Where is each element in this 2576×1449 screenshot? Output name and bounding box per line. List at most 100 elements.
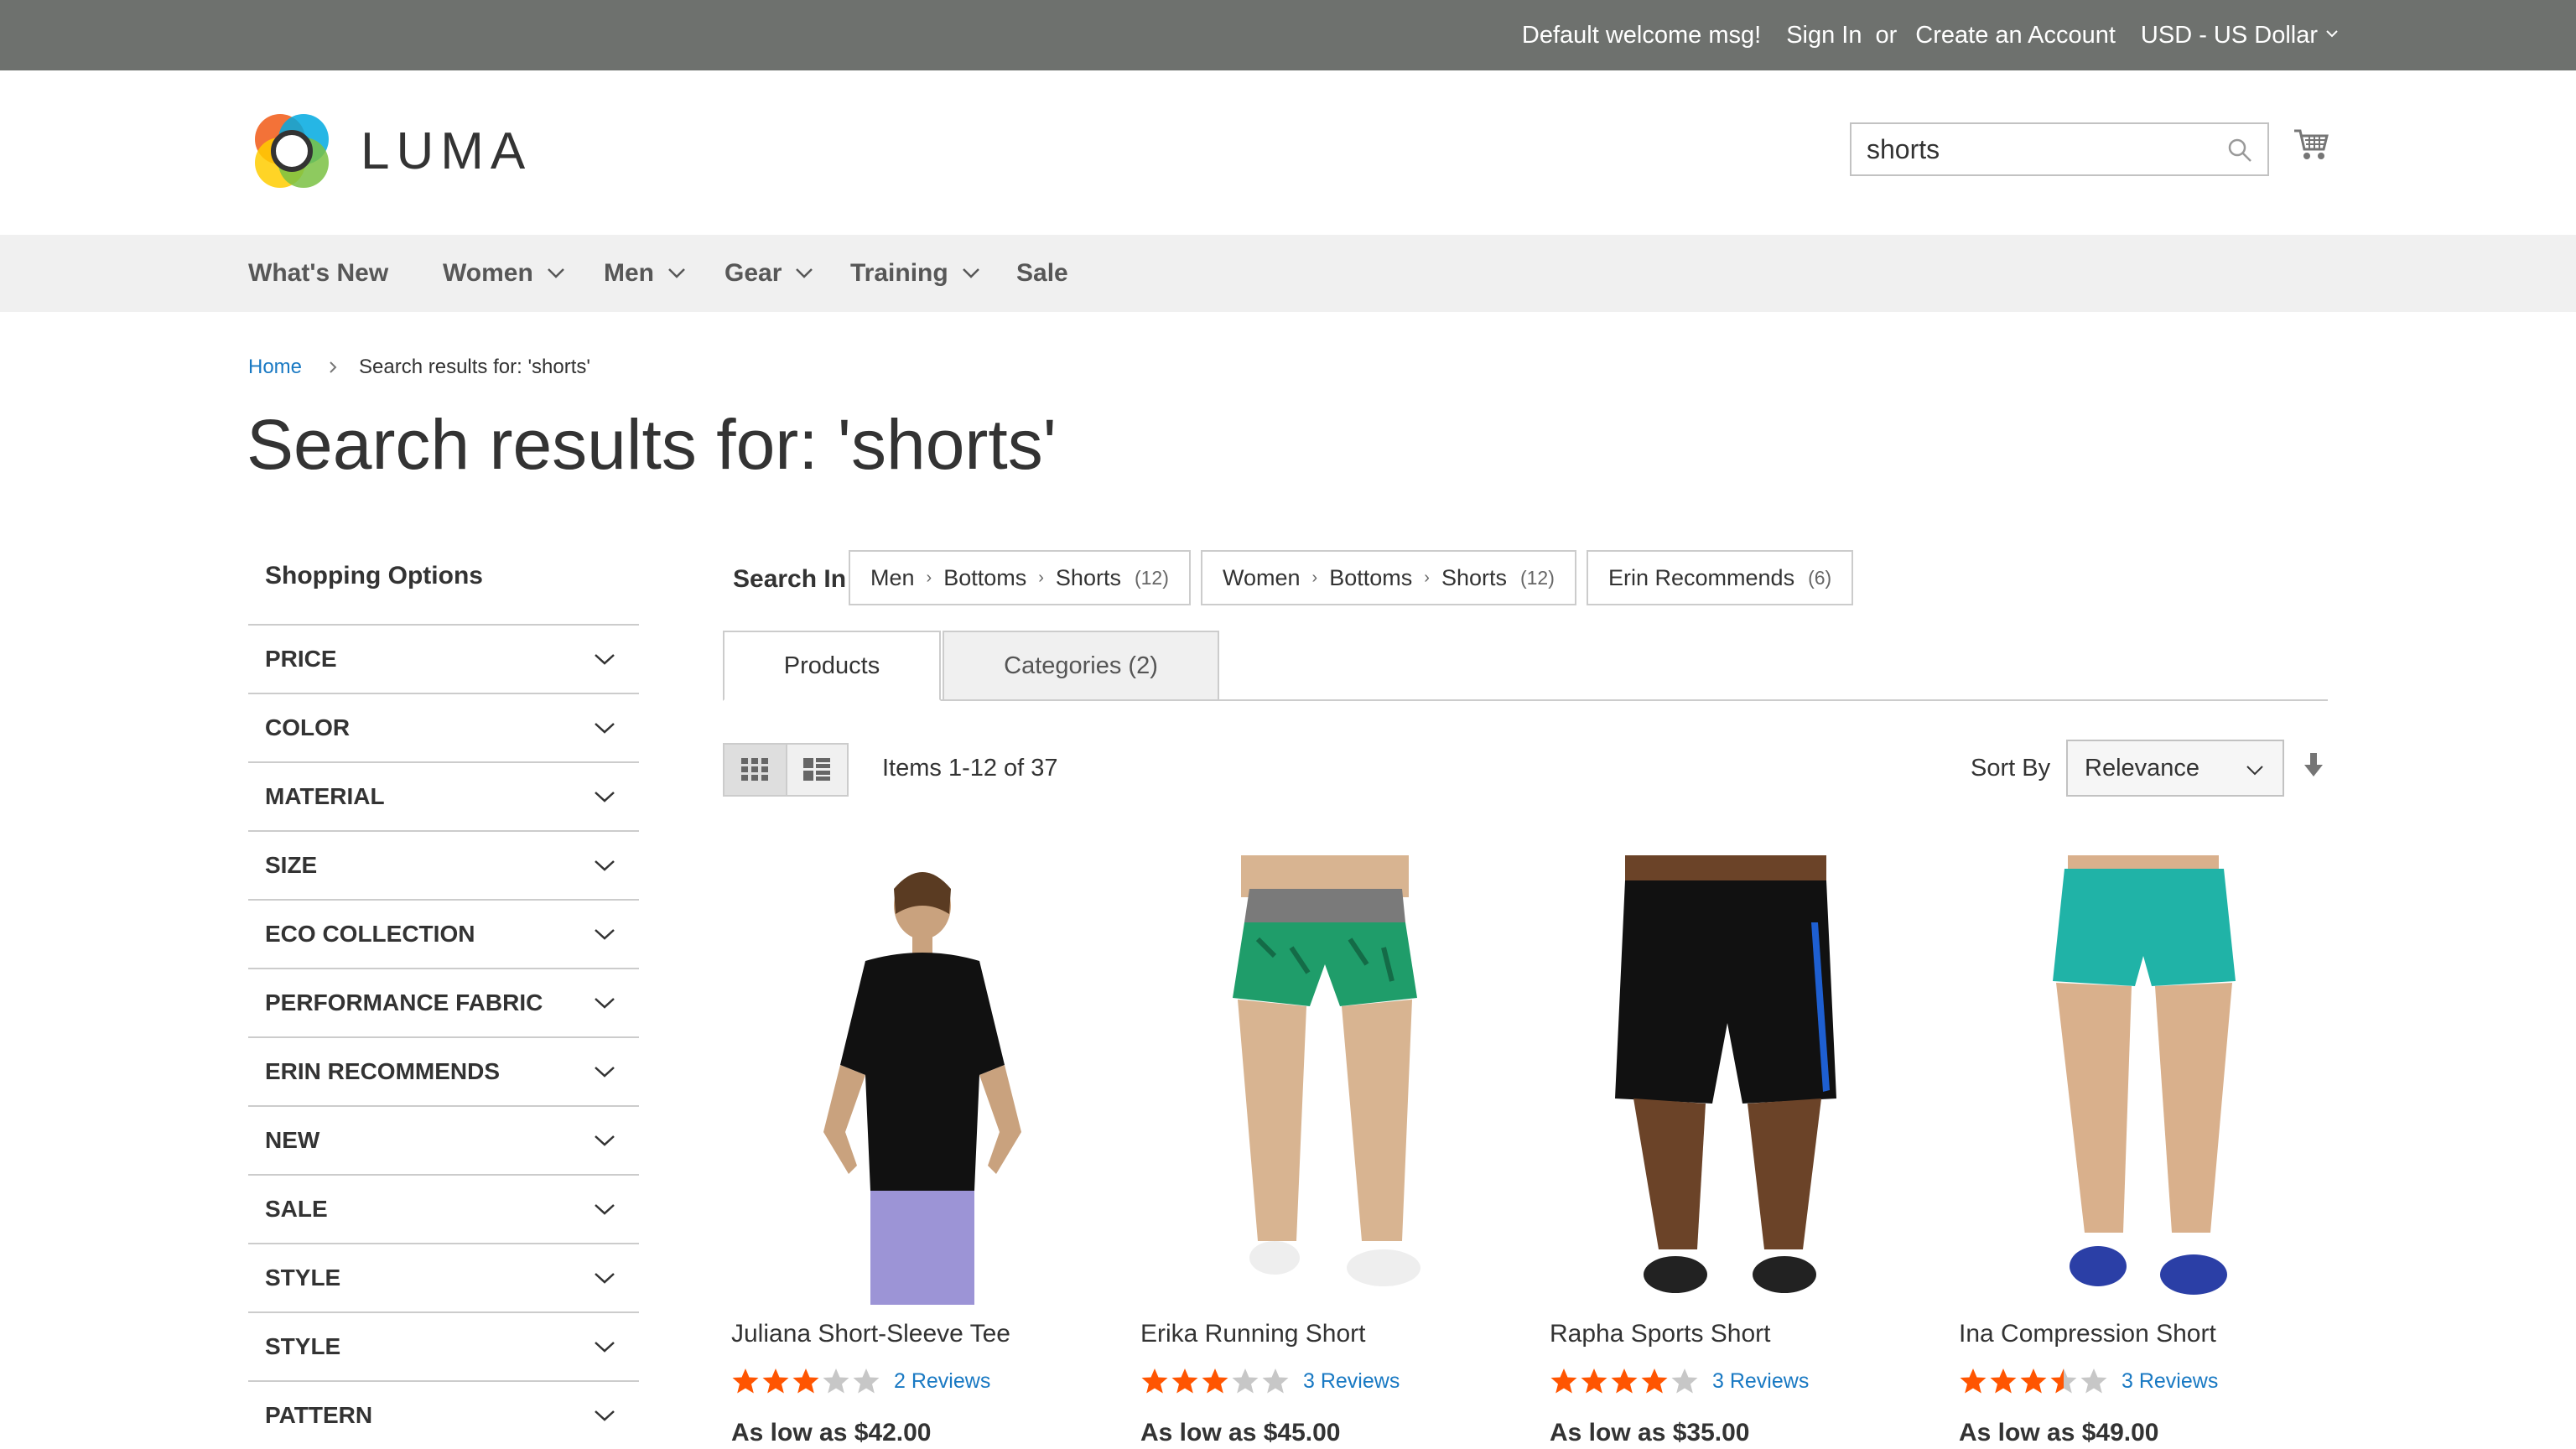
sort-select[interactable]: Relevance	[2066, 740, 2284, 797]
filter-style[interactable]: STYLE	[248, 1243, 639, 1311]
product-card[interactable]: Erika Running Short 3 Reviews As low as …	[1132, 855, 1501, 1446]
breadcrumb-home-link[interactable]: Home	[248, 356, 302, 379]
filter-new[interactable]: NEW	[248, 1105, 639, 1174]
chevron-down-icon	[2326, 30, 2338, 38]
chevron-down-icon	[595, 654, 615, 665]
filter-sale[interactable]: SALE	[248, 1174, 639, 1243]
currency-switcher[interactable]: USD - US Dollar	[2141, 22, 2340, 49]
list-view-button[interactable]	[785, 745, 847, 795]
chevron-right-icon: ›	[1038, 568, 1044, 587]
filter-eco-collection[interactable]: ECO COLLECTION	[248, 899, 639, 968]
create-account-link[interactable]: Create an Account	[1915, 22, 2116, 49]
star-icon	[762, 1368, 789, 1394]
or-text: or	[1875, 21, 1898, 49]
chip-part: Women	[1223, 564, 1301, 590]
product-rating: 3 Reviews	[1959, 1367, 2218, 1395]
chevron-down-icon	[668, 268, 685, 278]
product-image[interactable]	[1132, 855, 1501, 1305]
product-name-link[interactable]: Erika Running Short	[1140, 1320, 1365, 1348]
filter-style-2[interactable]: STYLE	[248, 1311, 639, 1380]
filter-performance-fabric[interactable]: PERFORMANCE FABRIC	[248, 968, 639, 1036]
filter-material[interactable]: MATERIAL	[248, 761, 639, 830]
product-name-link[interactable]: Ina Compression Short	[1959, 1320, 2216, 1348]
reviews-link[interactable]: 3 Reviews	[1303, 1369, 1400, 1394]
star-icon	[1671, 1368, 1698, 1394]
chip-count: (12)	[1519, 566, 1555, 589]
filter-label: ERIN RECOMMENDS	[265, 1058, 501, 1084]
grid-view-button[interactable]	[724, 745, 786, 795]
tab-categories[interactable]: Categories (2)	[943, 631, 1219, 701]
product-card[interactable]: Ina Compression Short 3 Reviews As low a…	[1950, 855, 2319, 1446]
product-image[interactable]	[723, 855, 1092, 1305]
product-price: As low as $45.00	[1140, 1419, 1341, 1446]
filter-label: PRICE	[265, 646, 337, 672]
chevron-down-icon	[595, 792, 615, 802]
list-icon	[803, 758, 831, 781]
rating-stars	[731, 1367, 882, 1395]
star-icon	[1641, 1368, 1668, 1394]
cart-icon[interactable]	[2293, 127, 2329, 163]
reviews-link[interactable]: 2 Reviews	[894, 1369, 990, 1394]
reviews-link[interactable]: 3 Reviews	[2122, 1369, 2218, 1394]
filter-label: SIZE	[265, 852, 318, 878]
luma-logo-icon	[255, 114, 329, 188]
product-name-link[interactable]: Rapha Sports Short	[1550, 1320, 1770, 1348]
filter-pattern[interactable]: PATTERN	[248, 1380, 639, 1449]
star-icon	[2020, 1368, 2047, 1394]
search-in-chip-women-shorts[interactable]: Women › Bottoms › Shorts (12)	[1201, 550, 1576, 605]
product-name-link[interactable]: Juliana Short-Sleeve Tee	[731, 1320, 1010, 1348]
chip-part: Bottoms	[1329, 564, 1413, 590]
chevron-down-icon	[595, 1342, 615, 1353]
star-icon	[853, 1368, 880, 1394]
filter-label: SALE	[265, 1196, 328, 1222]
star-icon	[1581, 1368, 1607, 1394]
product-image[interactable]	[1541, 855, 1910, 1305]
arrow-down-icon[interactable]	[2304, 753, 2323, 778]
rating-stars	[1550, 1367, 1701, 1395]
filter-label: PATTERN	[265, 1402, 373, 1428]
filter-label: MATERIAL	[265, 783, 385, 809]
chevron-right-icon: ›	[1424, 568, 1430, 587]
product-photo-sports-short	[1541, 855, 1910, 1305]
nav-label: What's New	[248, 259, 389, 287]
chip-part: Shorts	[1441, 564, 1507, 590]
nav-men[interactable]: Men	[604, 235, 686, 312]
search-in-chip-men-shorts[interactable]: Men › Bottoms › Shorts (12)	[849, 550, 1191, 605]
filter-label: STYLE	[265, 1333, 341, 1359]
currency-label: USD - US Dollar	[2140, 21, 2318, 49]
search-input[interactable]	[1852, 124, 2220, 174]
sign-in-link[interactable]: Sign In	[1786, 22, 1862, 49]
search-in-chip-erin-recommends[interactable]: Erin Recommends (6)	[1587, 550, 1854, 605]
filter-price[interactable]: PRICE	[248, 624, 639, 693]
search-icon[interactable]	[2227, 138, 2252, 163]
filter-size[interactable]: SIZE	[248, 830, 639, 899]
reviews-link[interactable]: 3 Reviews	[1712, 1369, 1809, 1394]
breadcrumb-current: Search results for: 'shorts'	[359, 356, 590, 378]
chevron-down-icon	[595, 1067, 615, 1078]
star-icon	[2050, 1368, 2077, 1394]
chip-part: Bottoms	[943, 564, 1027, 590]
filter-erin-recommends[interactable]: ERIN RECOMMENDS	[248, 1036, 639, 1105]
star-icon	[792, 1368, 819, 1394]
chip-count: (12)	[1134, 566, 1169, 589]
filter-label: COLOR	[265, 714, 351, 740]
chevron-down-icon	[595, 1273, 615, 1284]
product-card[interactable]: Rapha Sports Short 3 Reviews As low as $…	[1541, 855, 1910, 1446]
chevron-down-icon	[547, 268, 564, 278]
star-icon	[2080, 1368, 2107, 1394]
main-nav: What's New Women Men Gear Training Sale	[0, 235, 2576, 312]
nav-women[interactable]: Women	[443, 235, 565, 312]
filter-color[interactable]: COLOR	[248, 693, 639, 761]
nav-training[interactable]: Training	[850, 235, 980, 312]
nav-gear[interactable]: Gear	[724, 235, 813, 312]
sidebar-title: Shopping Options	[265, 562, 483, 589]
view-mode-switcher	[723, 743, 849, 797]
star-icon	[1141, 1368, 1168, 1394]
nav-sale[interactable]: Sale	[1016, 235, 1068, 312]
product-image[interactable]	[1950, 855, 2319, 1305]
logo[interactable]: LUMA	[248, 107, 532, 195]
tab-products[interactable]: Products	[723, 631, 941, 701]
product-card[interactable]: Juliana Short-Sleeve Tee 2 Reviews As lo…	[723, 855, 1092, 1446]
nav-whats-new[interactable]: What's New	[248, 235, 388, 312]
nav-label: Women	[443, 259, 533, 287]
